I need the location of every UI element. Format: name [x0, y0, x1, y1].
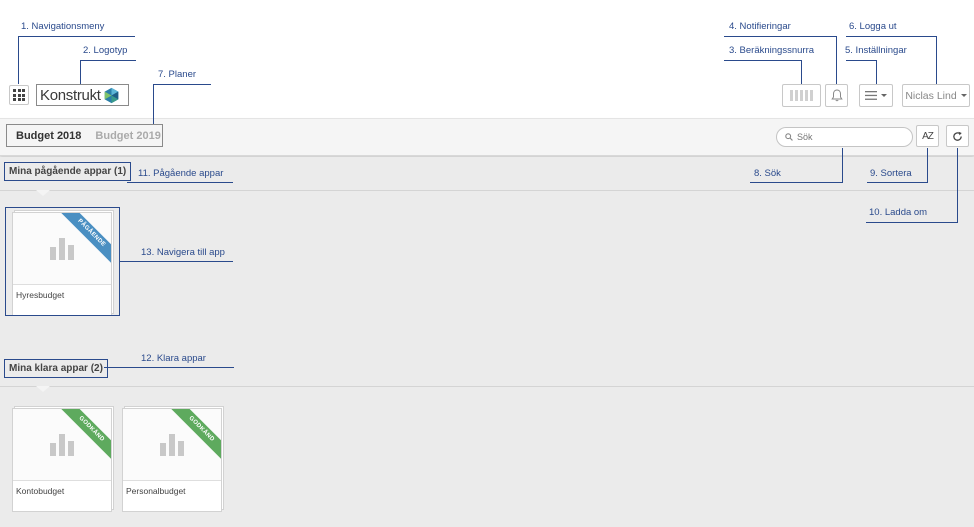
annotation-line	[866, 222, 958, 223]
navigate-app-highlight	[5, 207, 120, 316]
annotation-line	[927, 148, 928, 183]
section-notch	[36, 190, 50, 196]
annotation-done-apps: 12. Klara appar	[141, 353, 206, 364]
navigation-menu-button[interactable]	[9, 85, 29, 105]
annotation-line	[18, 36, 19, 84]
app-name: Personalbudget	[126, 486, 186, 496]
annotation-search: 8. Sök	[754, 168, 781, 179]
section-divider	[0, 386, 974, 387]
grid-icon	[13, 89, 25, 101]
bell-icon	[830, 89, 843, 102]
annotation-notifications: 4. Notifieringar	[729, 21, 791, 32]
logout-dropdown[interactable]: Niclas Lind	[902, 84, 970, 107]
annotation-spinner: 3. Beräkningssnurra	[729, 45, 815, 56]
annotation-ongoing-apps: 11. Pågående appar	[138, 168, 224, 179]
annotation-line	[842, 148, 843, 183]
settings-button[interactable]	[859, 84, 893, 107]
app-thumbnail	[123, 409, 221, 481]
annotation-line	[936, 36, 937, 84]
annotation-line	[836, 36, 837, 84]
annotation-navigate-app: 13. Navigera till app	[141, 247, 225, 258]
annotation-logout: 6. Logga ut	[849, 21, 897, 32]
annotation-line	[724, 60, 802, 61]
spinner-icon	[790, 90, 813, 101]
app-card-personalbudget[interactable]: GODKÄND Personalbudget	[122, 408, 222, 512]
section-divider	[0, 190, 974, 191]
annotation-line	[127, 182, 233, 183]
reload-button[interactable]	[946, 125, 969, 147]
user-name: Niclas Lind	[905, 89, 957, 102]
annotation-reload: 10. Ladda om	[869, 207, 928, 218]
menu-icon	[865, 91, 877, 100]
sort-az-icon: AZ	[922, 130, 934, 142]
tab-budget-2018[interactable]: Budget 2018	[16, 130, 81, 142]
refresh-icon	[953, 131, 962, 141]
plan-tabs: Budget 2018 Budget 2019	[6, 124, 163, 147]
annotation-line	[957, 148, 958, 223]
annotation-line	[80, 60, 136, 61]
chart-icon	[160, 433, 184, 456]
annotation-line	[724, 36, 837, 37]
annotation-line	[801, 60, 802, 84]
annotation-line	[153, 84, 211, 85]
section-ongoing-title: Mina pågående appar (1)	[4, 162, 132, 181]
annotation-line	[104, 367, 234, 368]
annotation-line	[867, 182, 928, 183]
annotation-line	[846, 36, 937, 37]
search-input[interactable]	[797, 132, 907, 142]
calculation-spinner	[782, 84, 821, 107]
search-box	[776, 127, 913, 147]
section-notch	[36, 386, 50, 392]
app-name: Kontobudget	[16, 486, 65, 496]
chevron-down-icon	[881, 94, 887, 97]
annotation-line	[18, 36, 135, 37]
chevron-down-icon	[960, 94, 967, 97]
notifications-button[interactable]	[825, 84, 848, 107]
annotation-sort: 9. Sortera	[870, 168, 912, 179]
annotation-nav-menu: 1. Navigationsmeny	[21, 21, 105, 32]
sort-button[interactable]: AZ	[916, 125, 939, 147]
annotation-plans: 7. Planer	[158, 69, 197, 80]
annotation-line	[120, 261, 233, 262]
logo[interactable]: Konstrukt	[36, 84, 129, 106]
annotation-line	[153, 84, 154, 124]
annotation-logo: 2. Logotyp	[83, 45, 128, 56]
tab-budget-2019[interactable]: Budget 2019	[95, 130, 160, 142]
section-done-title: Mina klara appar (2)	[4, 359, 108, 378]
annotation-line	[846, 60, 877, 61]
annotation-line	[876, 60, 877, 84]
chart-icon	[50, 433, 74, 456]
logo-mark-icon	[104, 87, 118, 103]
annotation-line	[750, 182, 843, 183]
logo-text: Konstrukt	[40, 86, 101, 104]
annotation-settings: 5. Inställningar	[845, 45, 907, 56]
annotation-line	[80, 60, 81, 84]
app-card-kontobudget[interactable]: GODKÄND Kontobudget	[12, 408, 112, 512]
search-icon	[785, 133, 793, 141]
app-thumbnail	[13, 409, 111, 481]
